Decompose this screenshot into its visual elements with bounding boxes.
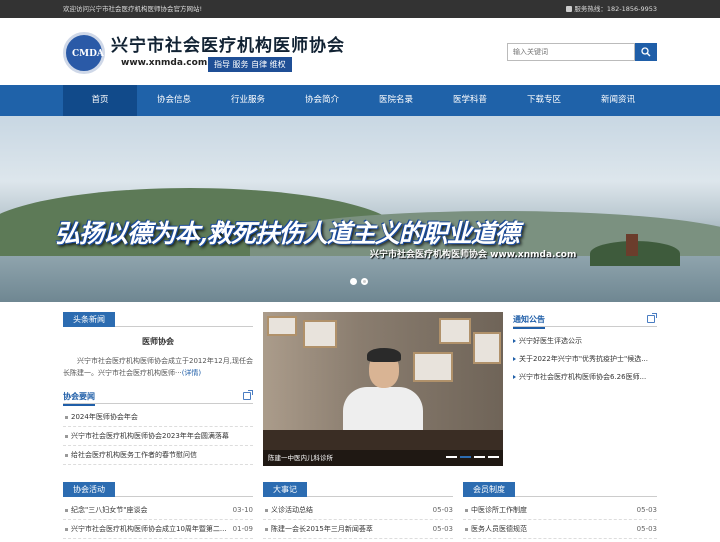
- phone-icon: [566, 6, 573, 12]
- list-item-text: 医务人员医德规范: [471, 525, 527, 533]
- events-list: 义诊活动总结 05-03 陈建一会长2015年三月新闻荟萃 05-03: [263, 501, 453, 539]
- certificate-image: [413, 352, 453, 382]
- banner-dot-2[interactable]: [361, 278, 368, 285]
- nav-item[interactable]: 首页: [63, 85, 137, 116]
- certificate-image: [303, 320, 337, 348]
- nav-item[interactable]: 医院名录: [359, 85, 433, 116]
- headline-title[interactable]: 医师协会: [63, 336, 253, 347]
- list-item[interactable]: 纪念"三八妇女节"座谈会 03-10: [63, 501, 253, 520]
- site-logo[interactable]: CMDA 兴宁市社会医疗机构医师协会 www.xnmda.com 指导 服务 自…: [63, 30, 344, 75]
- list-item-text: 纪念"三八妇女节"座谈会: [71, 506, 148, 514]
- main-nav: 首页 协会信息 行业服务 协会简介 医院名录 医学科普 下载专区 新闻资讯: [0, 85, 720, 116]
- hotline-label: 服务热线：: [574, 5, 607, 13]
- association-news-list: 2024年医师协会年会 兴宁市社会医疗机构医师协会2023年年会圆满落幕 给社会医疗…: [63, 408, 253, 465]
- site-title: 兴宁市社会医疗机构医师协会: [111, 36, 345, 56]
- hero-banner: 弘扬以德为本,救死扶伤人道主义的职业道德 兴宁市社会医疗机构医师协会 www.x…: [0, 116, 720, 302]
- list-item-text: 陈建一会长2015年三月新闻荟萃: [271, 525, 373, 533]
- events-section: 大事记 义诊活动总结 05-03 陈建一会长2015年三月新闻荟萃 05-03: [263, 482, 453, 539]
- membership-title[interactable]: 会员制度: [463, 482, 515, 497]
- list-item[interactable]: 义诊活动总结 05-03: [263, 501, 453, 520]
- activities-list: 纪念"三八妇女节"座谈会 03-10 兴宁市社会医疗机构医师协会成立10周年暨第二.…: [63, 501, 253, 539]
- banner-subtitle: 兴宁市社会医疗机构医师协会 www.xnmda.com: [370, 250, 577, 260]
- notice-column: 通知公告 兴宁好医生评选公示 关于2022年兴宁市"优秀抗疫护士"候选... 兴宁市…: [513, 312, 657, 389]
- list-item-date: 05-03: [636, 525, 657, 533]
- list-item-text: 义诊活动总结: [271, 506, 313, 514]
- activities-section: 协会活动 纪念"三八妇女节"座谈会 03-10 兴宁市社会医疗机构医师协会成立10周…: [63, 482, 253, 539]
- search-button[interactable]: [635, 43, 657, 61]
- notice-list: 兴宁好医生评选公示 关于2022年兴宁市"优秀抗疫护士"候选... 兴宁市社会医疗机…: [513, 335, 657, 383]
- list-item[interactable]: 关于2022年兴宁市"优秀抗疫护士"候选...: [513, 353, 657, 365]
- list-item[interactable]: 兴宁市社会医疗机构医师协会6.26医师...: [513, 371, 657, 383]
- notice-header: 通知公告: [513, 312, 657, 329]
- details-link[interactable]: (详情): [182, 369, 201, 377]
- top-bar: 欢迎访问兴宁市社会医疗机构医师协会官方网站! 服务热线：182-1856-995…: [0, 0, 720, 18]
- headline-column: 头条新闻 医师协会 兴宁市社会医疗机构医师协会成立于2012年12月,现任会长陈…: [63, 312, 253, 465]
- search-icon: [641, 47, 651, 57]
- tab-headline-news[interactable]: 头条新闻: [63, 312, 115, 327]
- content-area: 头条新闻 医师协会 兴宁市社会医疗机构医师协会成立于2012年12月,现任会长陈…: [63, 312, 657, 482]
- list-item-date: 05-03: [432, 525, 453, 533]
- bottom-sections: 协会活动 纪念"三八妇女节"座谈会 03-10 兴宁市社会医疗机构医师协会成立10周…: [63, 482, 657, 542]
- association-news-header: 协会要闻: [63, 389, 253, 406]
- list-item[interactable]: 医务人员医德规范 05-03: [463, 520, 657, 539]
- slide-dot[interactable]: [474, 456, 485, 458]
- notice-title: 通知公告: [513, 312, 545, 329]
- slide-dot[interactable]: [460, 456, 471, 458]
- nav-item[interactable]: 新闻资讯: [581, 85, 655, 116]
- photo-slider[interactable]: 陈建一中医内儿科诊所: [263, 312, 503, 466]
- nav-item[interactable]: 下载专区: [507, 85, 581, 116]
- slide-dot[interactable]: [446, 456, 457, 458]
- hotline-number: 182-1856-9953: [606, 5, 657, 13]
- activities-title[interactable]: 协会活动: [63, 482, 115, 497]
- nav-item[interactable]: 行业服务: [211, 85, 285, 116]
- membership-list: 中医诊所工作制度 05-03 医务人员医德规范 05-03: [463, 501, 657, 539]
- list-item[interactable]: 2024年医师协会年会: [63, 408, 253, 427]
- list-item[interactable]: 兴宁好医生评选公示: [513, 335, 657, 347]
- nav-item[interactable]: 协会信息: [137, 85, 211, 116]
- slide-dot[interactable]: [488, 456, 499, 458]
- list-item-text: 兴宁市社会医疗机构医师协会成立10周年暨第二...: [71, 525, 227, 533]
- list-item[interactable]: 兴宁市社会医疗机构医师协会2023年年会圆满落幕: [63, 427, 253, 446]
- membership-section: 会员制度 中医诊所工作制度 05-03 医务人员医德规范 05-03: [463, 482, 657, 539]
- banner-slogan: 弘扬以德为本,救死扶伤人道主义的职业道德: [55, 219, 520, 248]
- list-item[interactable]: 给社会医疗机构医务工作者的春节慰问信: [63, 446, 253, 465]
- hotline: 服务热线：182-1856-9953: [566, 0, 657, 18]
- welcome-text: 欢迎访问兴宁市社会医疗机构医师协会官方网站!: [63, 5, 203, 13]
- certificate-image: [439, 318, 471, 344]
- pagoda-image: [626, 234, 638, 256]
- photo-pagination: [443, 451, 499, 460]
- more-icon[interactable]: [243, 390, 253, 400]
- list-item[interactable]: 陈建一会长2015年三月新闻荟萃 05-03: [263, 520, 453, 539]
- banner-pagination: [350, 278, 372, 287]
- more-icon[interactable]: [647, 313, 657, 323]
- search-input[interactable]: [507, 43, 635, 61]
- list-item[interactable]: 中医诊所工作制度 05-03: [463, 501, 657, 520]
- list-item-text: 中医诊所工作制度: [471, 506, 527, 514]
- banner-dot-1[interactable]: [350, 278, 357, 285]
- site-url: www.xnmda.com: [121, 58, 208, 68]
- association-news-title: 协会要闻: [63, 389, 95, 406]
- list-item-date: 03-10: [232, 506, 253, 514]
- list-item-date: 05-03: [636, 506, 657, 514]
- certificate-image: [267, 316, 297, 336]
- site-slogan: 指导 服务 自律 维权: [208, 57, 292, 72]
- events-title[interactable]: 大事记: [263, 482, 307, 497]
- search-box: [507, 43, 657, 61]
- list-item[interactable]: 兴宁市社会医疗机构医师协会成立10周年暨第二... 01-09: [63, 520, 253, 539]
- list-item-date: 01-09: [232, 525, 253, 533]
- nav-item[interactable]: 医学科普: [433, 85, 507, 116]
- nav-item[interactable]: 协会简介: [285, 85, 359, 116]
- headline-header: 头条新闻: [63, 312, 253, 327]
- list-item-date: 05-03: [432, 506, 453, 514]
- header: CMDA 兴宁市社会医疗机构医师协会 www.xnmda.com 指导 服务 自…: [63, 18, 657, 85]
- cmda-emblem-icon: CMDA: [63, 32, 105, 74]
- headline-desc: 兴宁市社会医疗机构医师协会成立于2012年12月,现任会长陈建一。兴宁市社会医疗…: [63, 357, 253, 377]
- certificate-image: [473, 332, 501, 364]
